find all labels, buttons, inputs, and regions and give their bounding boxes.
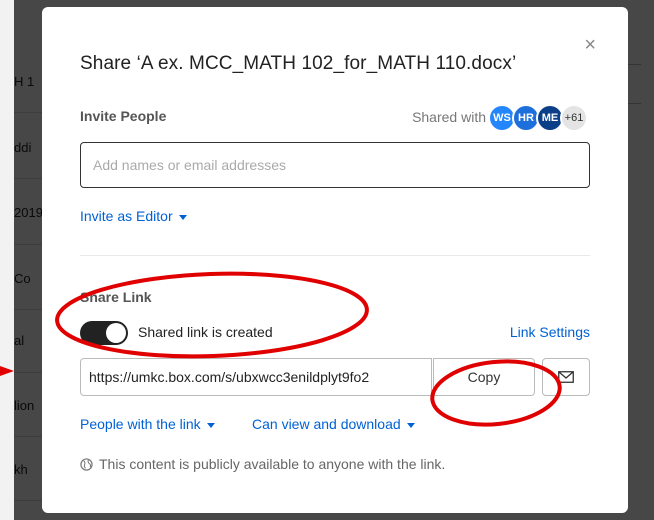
chevron-down-icon <box>206 422 215 428</box>
invite-role-label: Invite as Editor <box>80 208 173 224</box>
link-audience-label: People with the link <box>80 416 201 432</box>
invite-people-label: Invite People <box>80 108 167 124</box>
share-link-label: Share Link <box>80 289 152 305</box>
shared-link-status: Shared link is created <box>138 324 273 340</box>
shared-link-toggle[interactable] <box>80 321 128 345</box>
mail-icon <box>558 371 574 383</box>
invite-email-input[interactable] <box>80 142 590 188</box>
chevron-down-icon <box>178 214 187 220</box>
annotation-arrow-icon <box>0 366 14 376</box>
copy-link-button[interactable]: Copy <box>433 358 535 396</box>
close-icon[interactable]: × <box>584 35 596 55</box>
globe-icon <box>80 458 93 471</box>
link-settings-link[interactable]: Link Settings <box>510 324 590 340</box>
share-dialog: × Share ‘A ex. MCC_MATH 102_for_MATH 110… <box>42 7 628 513</box>
chevron-down-icon <box>406 422 415 428</box>
section-divider <box>80 255 590 256</box>
dialog-title: Share ‘A ex. MCC_MATH 102_for_MATH 110.d… <box>80 53 517 74</box>
link-permission-dropdown[interactable]: Can view and download <box>252 416 415 432</box>
more-collaborators-badge[interactable]: +61 <box>560 104 588 132</box>
collaborator-avatars[interactable]: WS HR ME +61 <box>488 104 588 132</box>
shared-link-url-field[interactable] <box>80 358 432 396</box>
link-permission-label: Can view and download <box>252 416 401 432</box>
link-audience-dropdown[interactable]: People with the link <box>80 416 215 432</box>
page-margin <box>0 0 14 520</box>
invite-role-dropdown[interactable]: Invite as Editor <box>80 208 187 224</box>
public-access-note: This content is publicly available to an… <box>80 456 445 472</box>
shared-with-label: Shared with <box>412 109 486 125</box>
toggle-knob <box>106 323 126 343</box>
public-access-text: This content is publicly available to an… <box>99 456 446 472</box>
email-link-button[interactable] <box>542 358 590 396</box>
